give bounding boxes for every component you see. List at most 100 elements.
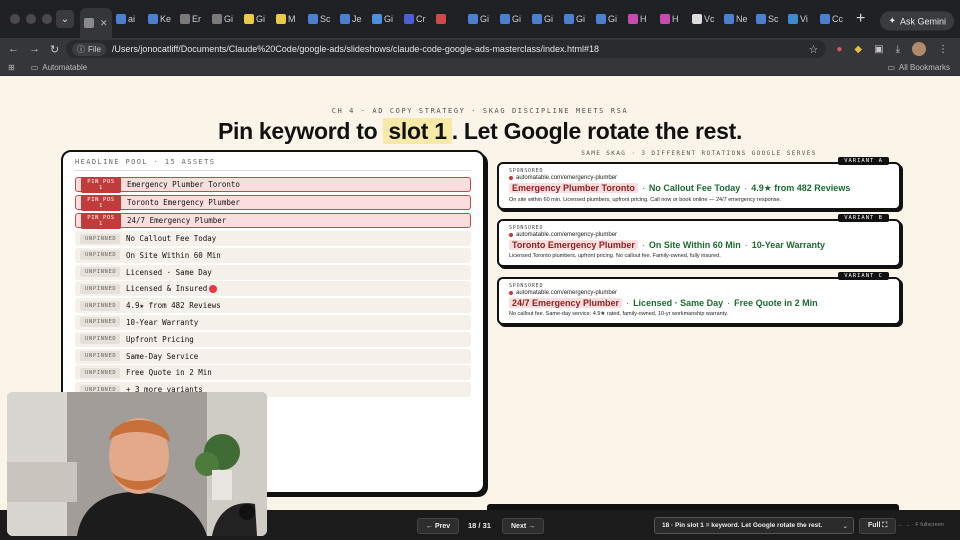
gemini-icon: ✦ xyxy=(888,15,896,26)
ad-url-text: automatable.com/emergency-plumber xyxy=(516,290,618,296)
minimize-window-icon[interactable] xyxy=(26,14,36,24)
extension-record-icon[interactable]: ● xyxy=(836,44,842,55)
download-icon[interactable]: ⤓ xyxy=(896,44,900,55)
browser-tab[interactable]: ai xyxy=(112,7,144,31)
browser-tab[interactable]: Gi xyxy=(240,7,272,31)
info-icon: ⓘ xyxy=(77,44,85,54)
profile-avatar[interactable] xyxy=(912,42,926,56)
tab-favicon-icon xyxy=(564,14,574,24)
tab-favicon-icon xyxy=(820,14,830,24)
menu-kebab-icon[interactable]: ⋮ xyxy=(938,44,948,55)
browser-tab[interactable]: M xyxy=(272,7,304,31)
browser-tab[interactable]: Vc xyxy=(688,7,720,31)
browser-tab[interactable]: ✕ xyxy=(80,8,112,38)
browser-tab[interactable]: H xyxy=(624,7,656,31)
ad-variant-card: VARIANT C SPONSORED automatable.com/emerge… xyxy=(497,272,901,325)
browser-tab[interactable]: H xyxy=(656,7,688,31)
extension-icon[interactable]: ◆ xyxy=(854,44,862,55)
browser-tab[interactable]: Gi xyxy=(528,7,560,31)
reload-icon[interactable]: ↻ xyxy=(50,43,59,56)
slide-kicker: CH 4 · AD COPY STRATEGY · SKAG DISCIPLIN… xyxy=(331,107,629,115)
browser-tab[interactable]: Ne xyxy=(720,7,752,31)
unpinned-headline-row: UNPINNED 10-Year Warranty xyxy=(75,314,471,330)
pin-position-badge: PIN POS 1 xyxy=(81,194,121,211)
ad-description: On site within 60 min. Licensed plumbers… xyxy=(509,197,782,203)
ad-headline: 10-Year Warranty xyxy=(751,240,825,250)
browser-tab[interactable]: Gi xyxy=(592,7,624,31)
pin-position-badge: PIN POS 1 xyxy=(81,176,121,193)
tab-search-icon[interactable]: ⌄ xyxy=(56,10,74,28)
tab-label: Gi xyxy=(576,14,585,24)
browser-tab[interactable] xyxy=(432,7,464,31)
maximize-window-icon[interactable] xyxy=(42,14,52,24)
ad-headline-line: Emergency Plumber Toronto · No Callout Fee… xyxy=(509,183,889,194)
browser-tab[interactable]: Gi xyxy=(368,7,400,31)
extensions-puzzle-icon[interactable]: ▣ xyxy=(874,44,883,55)
ask-gemini-button[interactable]: ✦ Ask Gemini xyxy=(880,11,954,31)
url-text: /Users/jonocatliff/Documents/Claude%20Co… xyxy=(111,44,599,54)
browser-tab[interactable]: Sc xyxy=(752,7,784,31)
tab-label: Cc xyxy=(832,14,843,24)
browser-tab[interactable]: Je xyxy=(336,7,368,31)
variant-tag: VARIANT C xyxy=(838,272,889,280)
browser-tab[interactable]: Ke xyxy=(144,7,176,31)
headline-separator: · xyxy=(641,240,645,250)
chevron-down-icon: ⌄ xyxy=(842,522,848,530)
bookmarks-bar: ⊞ ▭ Automatable ▭ All Bookmarks xyxy=(0,60,960,76)
keyboard-hint: ← → · F fullscreen xyxy=(898,522,944,528)
headline-asset-text: 4.9★ from 482 Reviews xyxy=(126,301,221,311)
headline-pre: Pin keyword to xyxy=(217,118,384,144)
tab-label: Vc xyxy=(704,14,715,24)
sponsored-label: SPONSORED xyxy=(509,168,544,174)
next-slide-button[interactable]: Next → xyxy=(502,518,545,534)
browser-tab[interactable]: Cr xyxy=(400,7,432,31)
headline-pool-list: PIN POS 1 Emergency Plumber Toronto PIN PO… xyxy=(75,176,471,398)
bookmark-star-icon[interactable]: ☆ xyxy=(809,43,819,56)
tab-favicon-icon xyxy=(244,14,254,24)
site-favicon-icon xyxy=(509,291,513,295)
browser-tab[interactable]: Gi xyxy=(496,7,528,31)
window-controls[interactable] xyxy=(0,14,56,24)
unpinned-headline-row: UNPINNED On Site Within 60 Min xyxy=(75,247,471,263)
tab-favicon-icon xyxy=(148,14,158,24)
tab-close-icon[interactable]: ✕ xyxy=(100,18,108,29)
prev-slide-button[interactable]: ← Prev xyxy=(417,518,460,534)
back-icon[interactable]: ← xyxy=(8,43,19,56)
site-info-chip[interactable]: ⓘ File xyxy=(72,42,106,56)
browser-tab[interactable]: Gi xyxy=(560,7,592,31)
browser-tab[interactable]: Sc xyxy=(304,7,336,31)
all-bookmarks-label: All Bookmarks xyxy=(898,63,950,72)
screen: ⌄ ✕ ai Ke Er Gi Gi M Sc Je Gi Cr Gi Gi Gi Gi Gi H H Vc Ne Sc… xyxy=(0,0,960,540)
bookmark-folder-automatable[interactable]: ▭ Automatable xyxy=(31,63,87,72)
ad-variant-card: VARIANT A SPONSORED automatable.com/emerge… xyxy=(497,157,901,210)
headline-post: . Let Google rotate the rest. xyxy=(451,118,743,144)
address-bar[interactable]: ⓘ File /Users/jonocatliff/Documents/Clau… xyxy=(66,40,827,58)
browser-tab[interactable]: Gi xyxy=(208,7,240,31)
tab-favicon-icon xyxy=(724,14,734,24)
fullscreen-button[interactable]: Full ⛶ xyxy=(859,518,897,534)
headline-asset-text: Free Quote in 2 Min xyxy=(126,368,212,378)
tab-favicon-icon xyxy=(276,14,286,24)
folder-icon: ▭ xyxy=(30,63,39,72)
ad-headline: Free Quote in 2 Min xyxy=(734,298,818,308)
tab-label: Sc xyxy=(320,14,331,24)
rotations-title: SAME SKAG · 3 DIFFERENT ROTATIONS GOOGLE… xyxy=(581,150,817,157)
apps-grid-icon[interactable]: ⊞ xyxy=(8,63,15,72)
tab-label: Gi xyxy=(544,14,553,24)
all-bookmarks-button[interactable]: ▭ All Bookmarks xyxy=(887,63,950,72)
browser-tab[interactable]: Gi xyxy=(464,7,496,31)
site-favicon-icon xyxy=(509,176,513,180)
browser-tab[interactable]: Vi xyxy=(784,7,816,31)
ad-headline: 4.9★ from 482 Reviews xyxy=(751,183,851,193)
site-info-label: File xyxy=(88,44,101,54)
unpinned-headline-row: UNPINNED Same-Day Service xyxy=(75,348,471,364)
forward-icon[interactable]: → xyxy=(29,43,40,56)
tab-bar: ⌄ ✕ ai Ke Er Gi Gi M Sc Je Gi Cr Gi Gi Gi Gi Gi H H Vc Ne Sc… xyxy=(0,0,960,38)
close-window-icon[interactable] xyxy=(10,14,20,24)
slide-select-dropdown[interactable]: 18 · Pin slot 1 = keyword. Let Google ro… xyxy=(654,517,854,534)
new-tab-icon[interactable]: + xyxy=(856,10,865,28)
ad-display-url: automatable.com/emergency-plumber xyxy=(509,290,889,296)
browser-tab[interactable]: Cc xyxy=(816,7,848,31)
browser-tab[interactable]: Er xyxy=(176,7,208,31)
headline-separator: · xyxy=(744,240,748,250)
